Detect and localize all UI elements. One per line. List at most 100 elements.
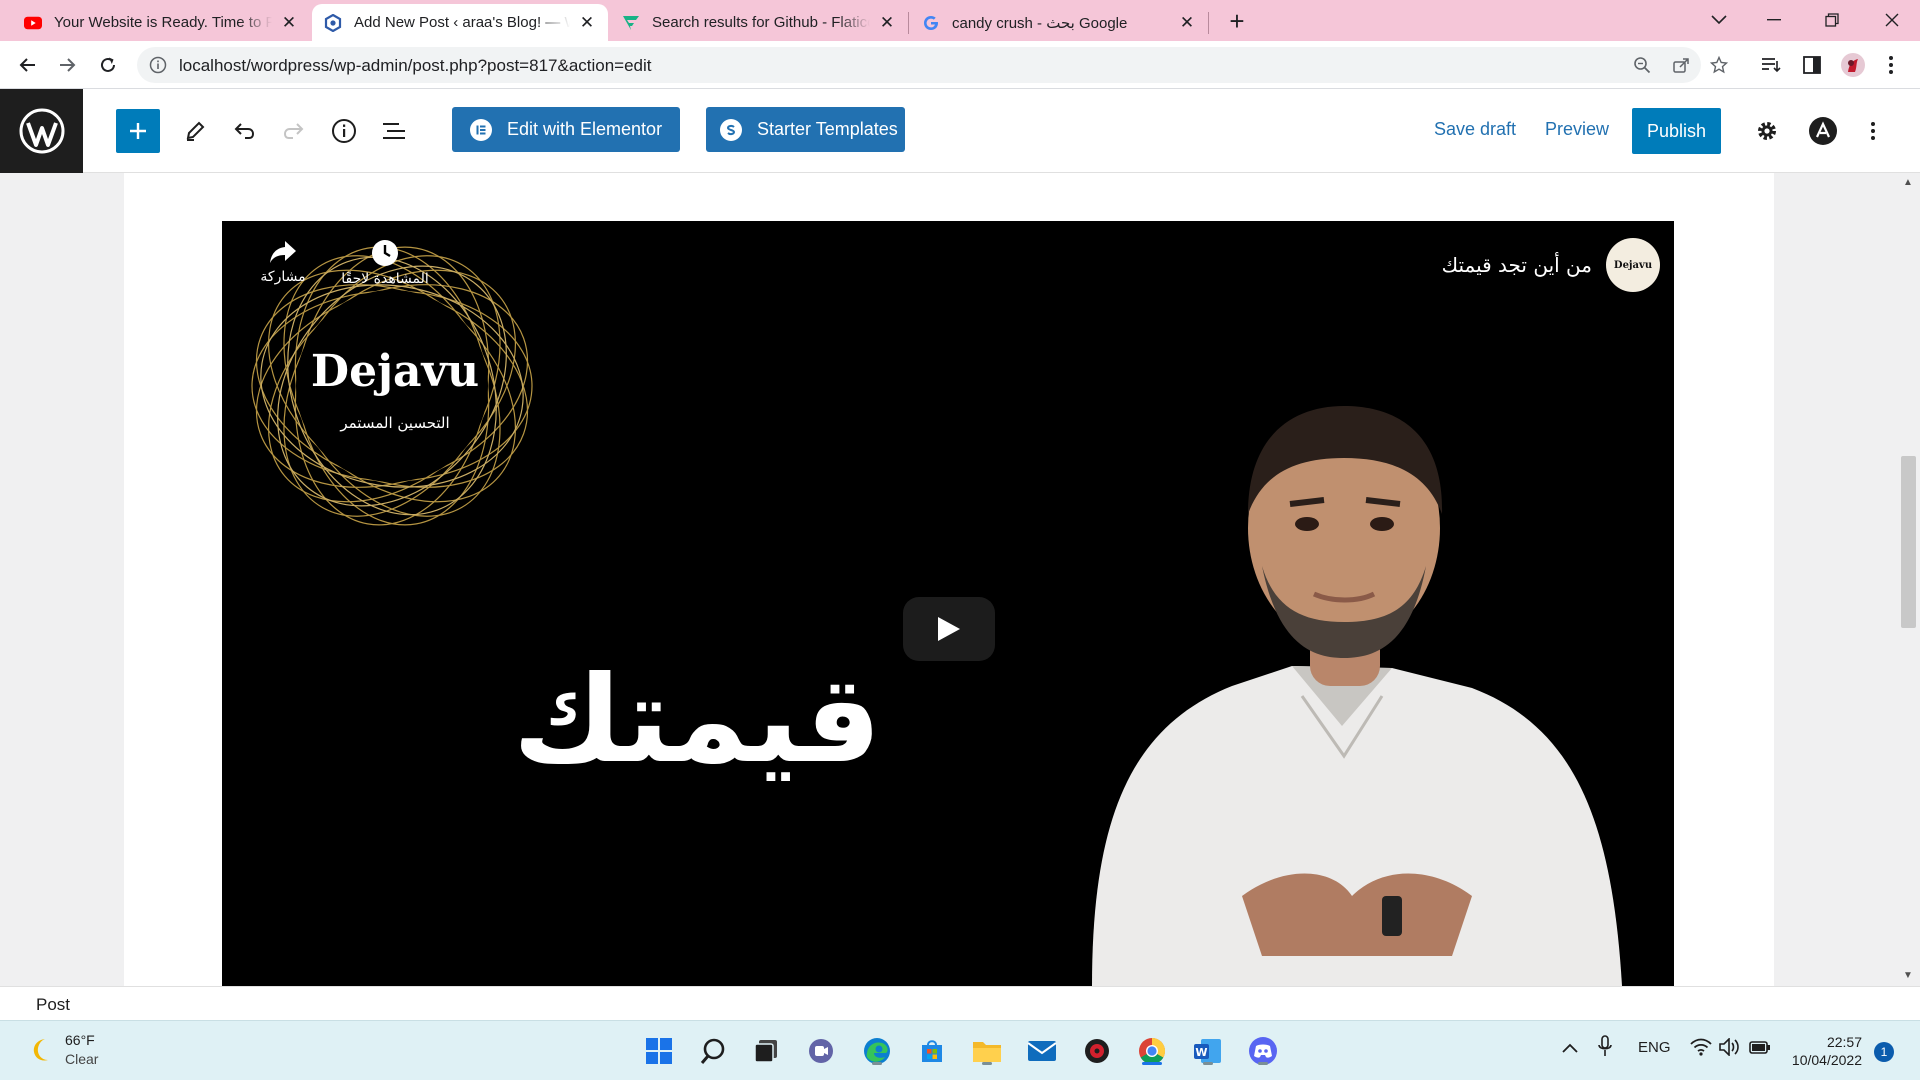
bookmark-star-icon[interactable] bbox=[1709, 55, 1729, 75]
address-bar[interactable]: localhost/wordpress/wp-admin/post.php?po… bbox=[137, 47, 1728, 83]
editor-canvas: Dejavu التحسين المستمر مشاركة المشاهدة ل… bbox=[0, 173, 1920, 986]
starter-templates-label: Starter Templates bbox=[757, 119, 898, 139]
input-language[interactable]: ENG bbox=[1638, 1039, 1671, 1056]
close-icon[interactable]: ✕ bbox=[878, 13, 896, 32]
youtube-icon bbox=[24, 14, 42, 32]
site-info-icon[interactable] bbox=[149, 56, 167, 79]
video-play-button[interactable] bbox=[903, 597, 995, 661]
start-button[interactable] bbox=[641, 1033, 677, 1069]
block-inserter-button[interactable] bbox=[116, 109, 160, 153]
microphone-icon[interactable] bbox=[1598, 1035, 1612, 1061]
astra-settings-icon[interactable] bbox=[1801, 109, 1845, 153]
battery-icon[interactable] bbox=[1749, 1038, 1771, 1060]
edit-with-elementor-button[interactable]: Edit with Elementor bbox=[452, 107, 680, 152]
browser-tab-youtube[interactable]: Your Website is Ready. Time to Publish ✕ bbox=[12, 4, 310, 41]
restore-icon[interactable] bbox=[1812, 4, 1852, 36]
options-menu-icon[interactable] bbox=[1851, 109, 1895, 153]
video-watch-later-button[interactable]: المشاهدة لاحقًا bbox=[340, 239, 430, 287]
mail-button[interactable] bbox=[1024, 1033, 1060, 1069]
task-view-icon bbox=[754, 1040, 777, 1063]
video-watch-later-label: المشاهدة لاحقًا bbox=[341, 271, 429, 287]
browser-tab-flaticon[interactable]: Search results for Github - Flaticon ✕ bbox=[610, 4, 908, 41]
reload-icon[interactable] bbox=[92, 49, 124, 81]
wordpress-logo-icon[interactable] bbox=[0, 89, 83, 173]
file-explorer-button[interactable] bbox=[969, 1033, 1005, 1069]
video-title[interactable]: من أين تجد قيمتك bbox=[1442, 253, 1592, 277]
video-share-label: مشاركة bbox=[260, 269, 306, 285]
minimize-icon[interactable] bbox=[1754, 4, 1794, 36]
show-hidden-icons-chevron-icon[interactable] bbox=[1562, 1040, 1578, 1057]
channel-avatar[interactable]: Dejavu bbox=[1606, 238, 1660, 292]
discord-button[interactable] bbox=[1245, 1033, 1281, 1069]
share-icon[interactable] bbox=[1671, 55, 1691, 75]
publish-button[interactable]: Publish bbox=[1632, 108, 1721, 154]
side-panel-icon[interactable] bbox=[1799, 52, 1825, 78]
settings-gear-icon[interactable] bbox=[1745, 109, 1789, 153]
media-app-button[interactable] bbox=[1079, 1033, 1115, 1069]
scroll-down-icon[interactable]: ▼ bbox=[1902, 970, 1914, 981]
browser-tab-google[interactable]: candy crush - بحث Google ✕ bbox=[910, 4, 1208, 41]
system-clock[interactable]: 22:57 10/04/2022 bbox=[1786, 1033, 1862, 1069]
svg-text:W: W bbox=[1195, 1046, 1207, 1059]
wifi-icon[interactable] bbox=[1690, 1038, 1712, 1060]
tab-title: Your Website is Ready. Time to Publish bbox=[54, 14, 272, 31]
media-app-icon bbox=[1085, 1039, 1109, 1063]
tab-separator bbox=[908, 12, 909, 34]
dejavu-logo-text: Dejavu bbox=[310, 346, 480, 397]
teams-chat-icon bbox=[809, 1039, 833, 1063]
preview-button[interactable]: Preview bbox=[1545, 119, 1609, 140]
elementor-icon bbox=[470, 118, 492, 141]
share-arrow-icon bbox=[270, 241, 296, 263]
teams-chat-button[interactable] bbox=[803, 1033, 839, 1069]
save-draft-button[interactable]: Save draft bbox=[1434, 119, 1516, 140]
scrollbar-thumb[interactable] bbox=[1901, 456, 1916, 628]
running-indicator bbox=[1258, 1062, 1268, 1065]
chrome-button[interactable] bbox=[1134, 1033, 1170, 1069]
browser-tab-wordpress[interactable]: Add New Post ‹ araa's Blog! — WordPress … bbox=[312, 4, 608, 41]
details-info-icon[interactable] bbox=[322, 109, 366, 153]
close-icon[interactable]: ✕ bbox=[1178, 13, 1196, 32]
scroll-up-icon[interactable]: ▲ bbox=[1902, 177, 1914, 188]
window-close-icon[interactable] bbox=[1872, 4, 1912, 36]
block-breadcrumb[interactable]: Post bbox=[36, 995, 70, 1015]
browser-menu-icon[interactable] bbox=[1878, 52, 1904, 78]
youtube-embed-block[interactable]: Dejavu التحسين المستمر مشاركة المشاهدة ل… bbox=[222, 221, 1674, 986]
redo-icon[interactable] bbox=[272, 109, 316, 153]
list-view-icon[interactable] bbox=[372, 109, 416, 153]
google-icon bbox=[922, 14, 940, 32]
running-indicator bbox=[982, 1062, 992, 1065]
wordpress-site-icon bbox=[324, 13, 342, 32]
store-icon bbox=[922, 1040, 942, 1062]
notification-badge[interactable]: 1 bbox=[1874, 1042, 1894, 1062]
browser-toolbar: localhost/wordpress/wp-admin/post.php?po… bbox=[0, 41, 1920, 89]
zoom-icon[interactable] bbox=[1632, 55, 1652, 75]
volume-icon[interactable] bbox=[1719, 1037, 1741, 1060]
back-arrow-icon[interactable] bbox=[12, 49, 44, 81]
profile-avatar[interactable] bbox=[1840, 52, 1866, 78]
tools-pencil-icon[interactable] bbox=[173, 109, 217, 153]
editor-header: Edit with Elementor Starter Templates Sa… bbox=[0, 89, 1920, 173]
search-button[interactable] bbox=[695, 1033, 731, 1069]
edge-browser-button[interactable] bbox=[859, 1033, 895, 1069]
new-tab-button[interactable]: + bbox=[1222, 7, 1252, 37]
weather-widget[interactable]: 66°F Clear bbox=[27, 1031, 98, 1069]
close-icon[interactable]: ✕ bbox=[280, 13, 298, 32]
video-share-button[interactable]: مشاركة bbox=[258, 239, 308, 285]
microsoft-store-button[interactable] bbox=[914, 1033, 950, 1069]
tab-search-icon[interactable] bbox=[1699, 4, 1739, 36]
task-view-button[interactable] bbox=[748, 1033, 784, 1069]
starter-templates-button[interactable]: Starter Templates bbox=[706, 107, 905, 152]
edit-with-elementor-label: Edit with Elementor bbox=[507, 119, 663, 139]
moon-icon bbox=[33, 1039, 48, 1061]
folder-icon bbox=[973, 1042, 1001, 1062]
editor-scrollbar[interactable]: ▲ ▼ bbox=[1897, 173, 1920, 986]
forward-arrow-icon[interactable] bbox=[51, 49, 83, 81]
tab-separator bbox=[1208, 12, 1209, 34]
windows-start-icon bbox=[646, 1038, 672, 1064]
weather-description: Clear bbox=[65, 1051, 99, 1067]
close-icon[interactable]: ✕ bbox=[578, 13, 596, 32]
word-button[interactable]: W bbox=[1190, 1033, 1226, 1069]
reading-list-icon[interactable] bbox=[1758, 52, 1784, 78]
word-icon: W bbox=[1194, 1039, 1221, 1063]
undo-icon[interactable] bbox=[222, 109, 266, 153]
